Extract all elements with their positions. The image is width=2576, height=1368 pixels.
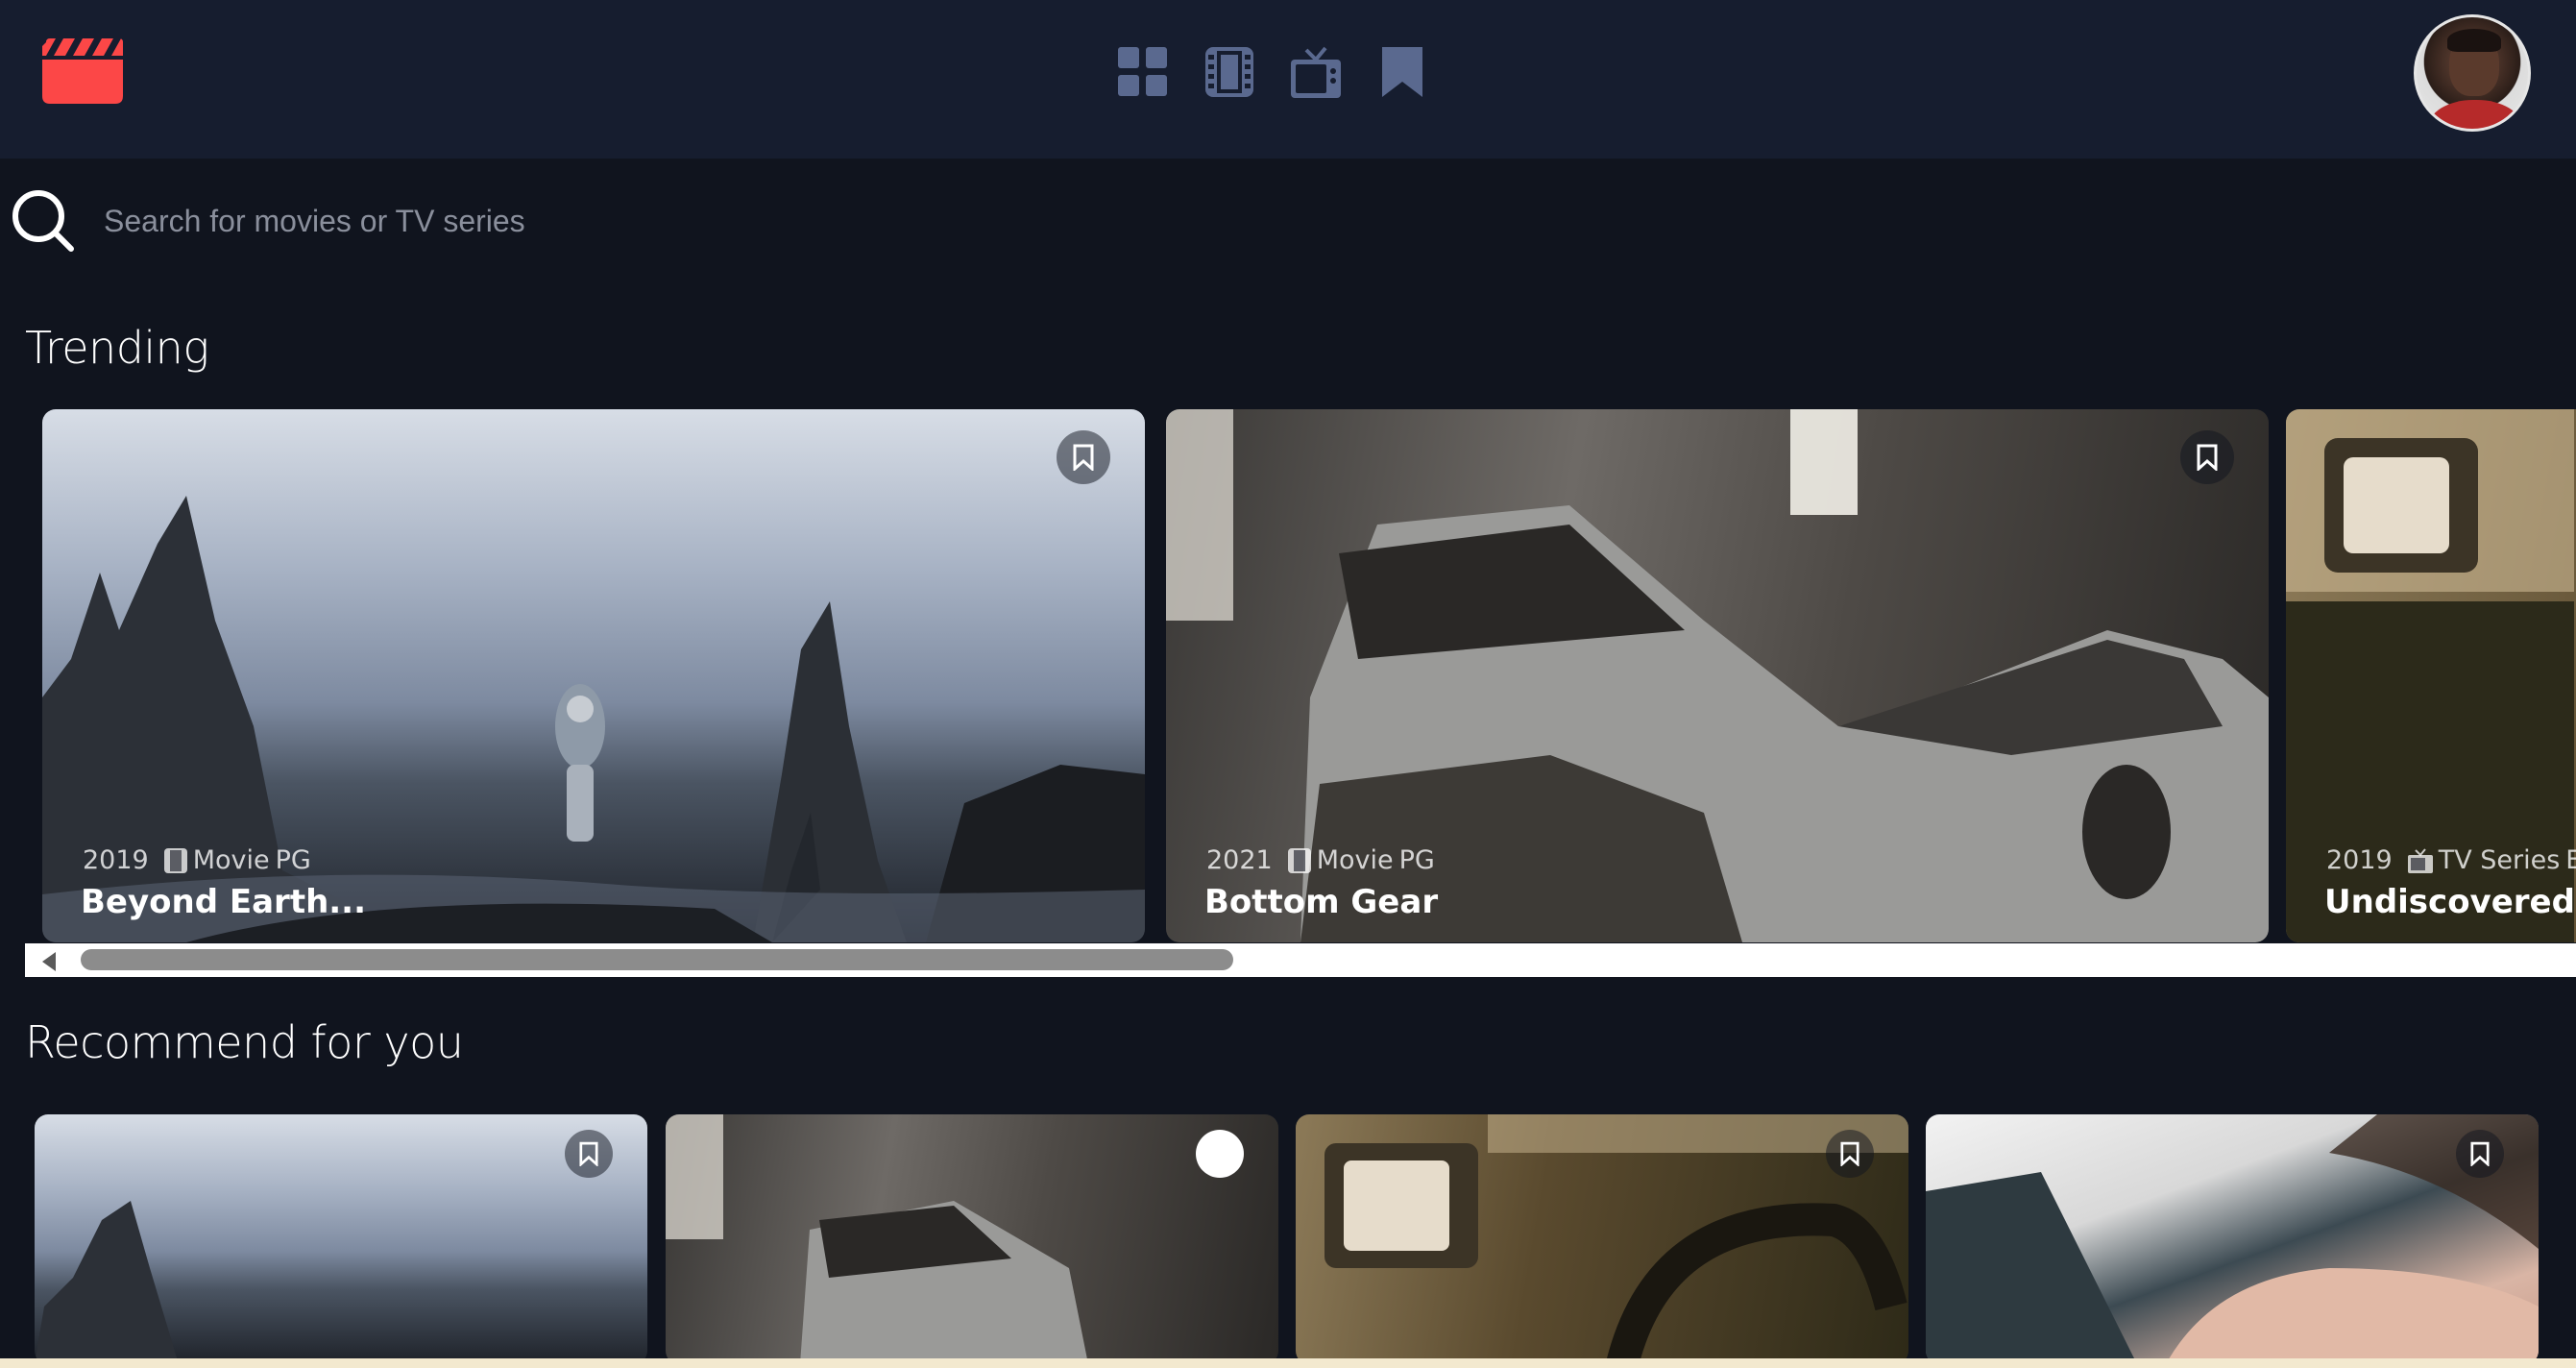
nav-movies[interactable] [1203, 45, 1255, 99]
bookmark-button[interactable] [1196, 1130, 1244, 1178]
bookmark-button[interactable] [1057, 430, 1110, 484]
horizontal-scrollbar[interactable] [25, 943, 2576, 977]
card-meta: 2019 TV Series E [2326, 845, 2576, 875]
scrollbar-thumb[interactable] [81, 949, 1233, 970]
card-title: Beyond Earth... [81, 883, 367, 921]
recommended-card[interactable] [666, 1114, 1278, 1358]
trending-carousel[interactable]: 2019 Movie PG Beyond Earth... 2021 Movie… [25, 409, 2576, 942]
card-category: Movie [1316, 845, 1394, 875]
bookmark-outline-icon [1840, 1141, 1859, 1166]
grid-icon [1118, 47, 1167, 96]
card-category: Movie [192, 845, 270, 875]
bookmark-button[interactable] [2456, 1130, 2504, 1178]
card-meta: 2021 Movie PG [1206, 845, 1435, 875]
card-thumbnail [35, 1114, 647, 1358]
film-icon [163, 847, 187, 873]
nav-bookmarks[interactable] [1376, 45, 1428, 99]
bookmark-button[interactable] [2180, 430, 2234, 484]
card-year: 2019 [2326, 845, 2393, 875]
film-icon [1205, 47, 1253, 97]
card-year: 2019 [83, 845, 149, 875]
card-title: Bottom Gear [1204, 883, 1439, 921]
film-icon [1287, 847, 1311, 873]
search-bar [12, 183, 1164, 259]
card-title: Undiscovered... [2324, 883, 2576, 921]
bookmark-icon [1382, 47, 1422, 97]
card-thumbnail [1296, 1114, 1908, 1358]
bookmark-outline-icon [579, 1141, 598, 1166]
search-icon [12, 190, 74, 252]
search-input[interactable] [104, 192, 1064, 250]
top-bar [0, 0, 2576, 159]
bookmark-outline-icon [2470, 1141, 2490, 1166]
section-title-trending: Trending [25, 322, 209, 374]
trending-card[interactable]: 2021 Movie PG Bottom Gear [1166, 409, 2269, 942]
recommended-card[interactable] [1926, 1114, 2539, 1358]
bookmark-button[interactable] [1826, 1130, 1874, 1178]
recommended-card[interactable] [35, 1114, 647, 1358]
card-meta: 2019 Movie PG [83, 845, 311, 875]
card-rating: PG [275, 845, 311, 875]
recommended-grid [0, 1114, 2576, 1358]
movie-clapper-icon[interactable] [42, 38, 123, 104]
bookmark-button[interactable] [565, 1130, 613, 1178]
card-year: 2021 [1206, 845, 1273, 875]
card-thumbnail [1926, 1114, 2539, 1358]
recommended-card[interactable] [1296, 1114, 1908, 1358]
trending-card[interactable]: 2019 Movie PG Beyond Earth... [42, 409, 1145, 942]
tv-icon [1291, 46, 1341, 98]
user-avatar[interactable] [2414, 14, 2531, 132]
card-thumbnail [666, 1114, 1278, 1358]
bookmark-outline-icon [2197, 444, 2218, 471]
tv-icon [2407, 847, 2433, 873]
scroll-left-arrow-icon[interactable] [42, 952, 56, 971]
card-rating: E [2565, 845, 2576, 875]
section-title-recommended: Recommend for you [25, 1016, 464, 1068]
bookmark-outline-icon [1073, 444, 1094, 471]
nav-home[interactable] [1117, 45, 1169, 99]
card-category: TV Series [2438, 845, 2561, 875]
nav-tv-series[interactable] [1290, 45, 1342, 99]
bottom-edge-strip [0, 1358, 2576, 1368]
card-rating: PG [1398, 845, 1435, 875]
trending-card[interactable]: 2019 TV Series E Undiscovered... [2286, 409, 2576, 942]
main-nav [1117, 43, 1428, 101]
